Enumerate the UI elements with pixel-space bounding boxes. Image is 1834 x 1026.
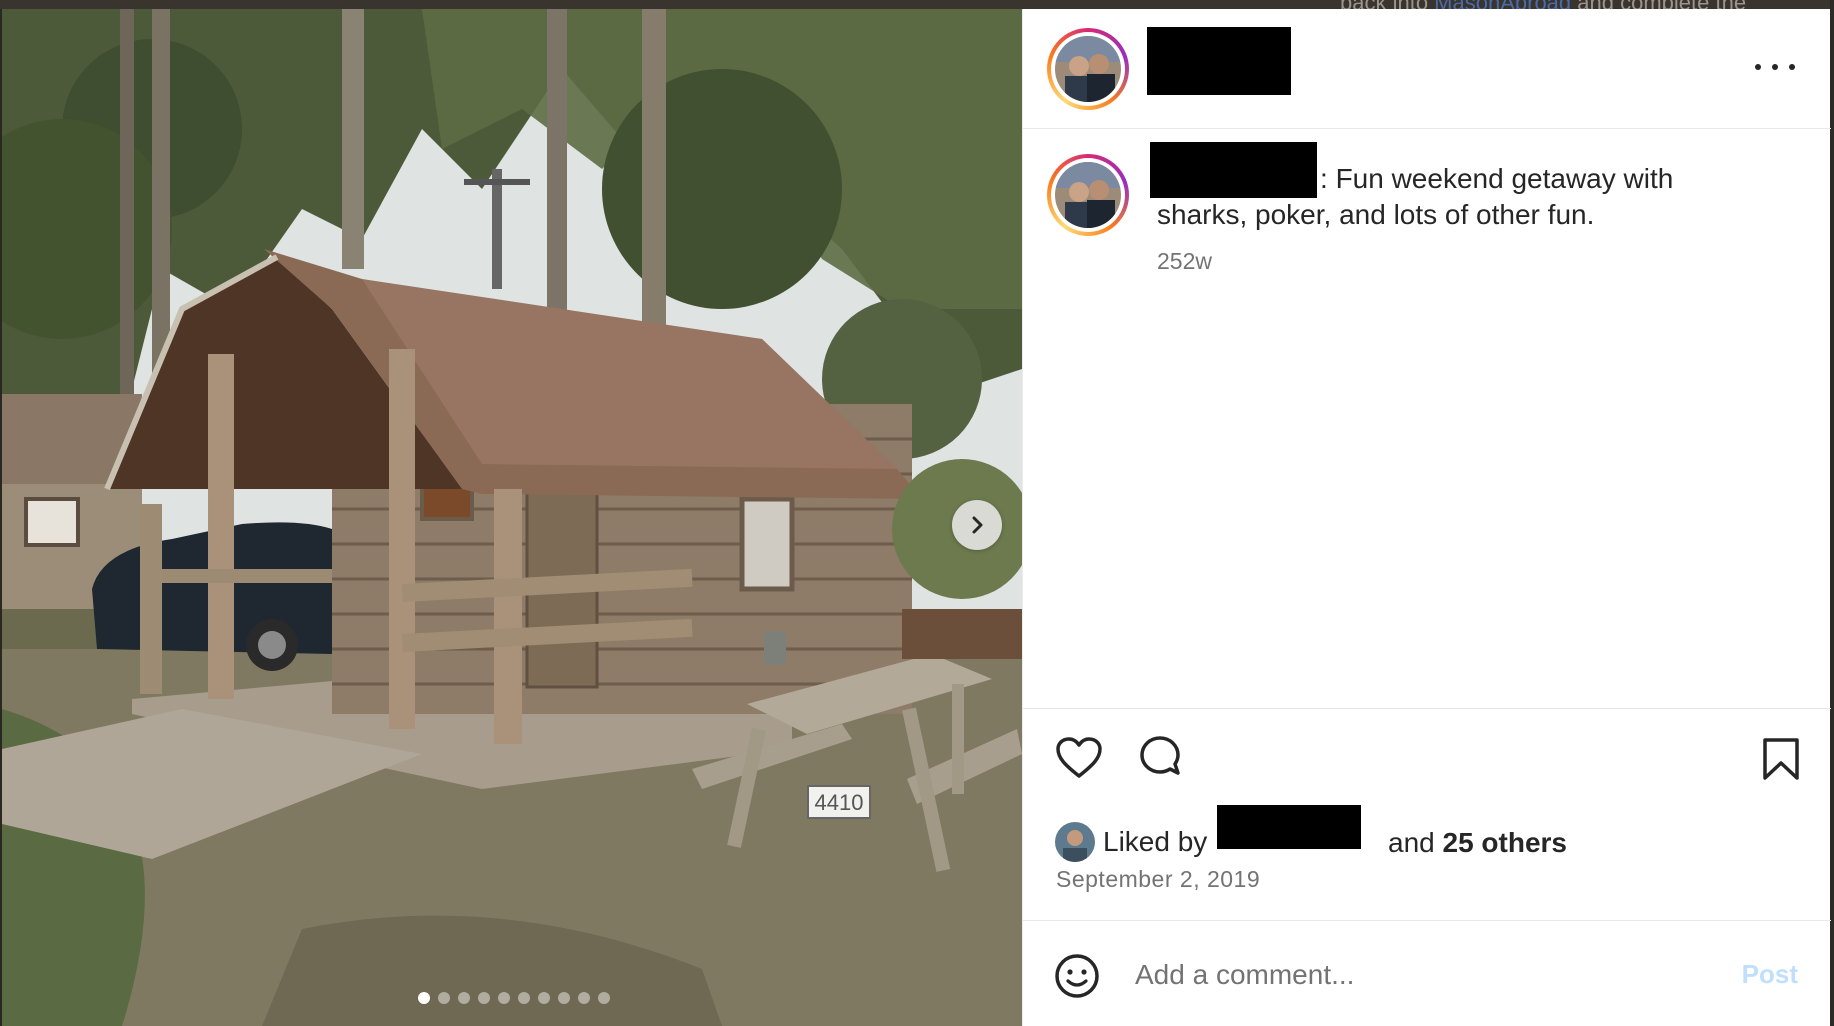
carousel-dot bbox=[498, 992, 510, 1004]
redacted-username[interactable] bbox=[1147, 27, 1291, 95]
bookmark-icon bbox=[1763, 738, 1799, 780]
smiley-icon bbox=[1055, 954, 1099, 998]
redacted-caption-username[interactable] bbox=[1150, 142, 1317, 198]
comment-bar: Post bbox=[1023, 920, 1831, 1026]
comment-button[interactable] bbox=[1136, 735, 1184, 788]
profile-photo bbox=[1055, 36, 1121, 102]
backdrop-text: back into MasonAbroad and complete the bbox=[1340, 0, 1746, 9]
post-date[interactable]: September 2, 2019 bbox=[1056, 866, 1260, 893]
heart-icon bbox=[1056, 737, 1102, 778]
comment-icon bbox=[1140, 736, 1180, 775]
liker-photo bbox=[1055, 822, 1095, 862]
cabin-photo bbox=[2, 9, 1022, 1026]
emoji-button[interactable] bbox=[1054, 953, 1100, 1004]
caption-author-avatar[interactable] bbox=[1047, 154, 1129, 236]
carousel-dot bbox=[518, 992, 530, 1004]
caption-text-line1: : Fun weekend getaway with bbox=[1320, 163, 1673, 195]
backdrop-text-before: back into bbox=[1340, 0, 1434, 9]
carousel-dot bbox=[478, 992, 490, 1004]
carousel-dot bbox=[538, 992, 550, 1004]
chevron-right-icon bbox=[972, 516, 983, 534]
post-time-ago[interactable]: 252w bbox=[1157, 248, 1212, 275]
likes-others: and 25 others bbox=[1388, 827, 1567, 859]
carousel-indicator bbox=[418, 992, 610, 1004]
more-dot bbox=[1772, 64, 1778, 70]
carousel-dot bbox=[438, 992, 450, 1004]
carousel-dot bbox=[458, 992, 470, 1004]
carousel-dot bbox=[598, 992, 610, 1004]
backdrop-link[interactable]: MasonAbroad bbox=[1434, 0, 1571, 9]
more-dot bbox=[1789, 64, 1795, 70]
caption-text: Fun weekend getaway with bbox=[1335, 163, 1674, 194]
post-photo: 4410 bbox=[2, 9, 1022, 1026]
comment-input[interactable] bbox=[1135, 955, 1695, 995]
post-side-panel: : Fun weekend getaway with sharks, poker… bbox=[1022, 9, 1831, 1026]
more-horizontal-icon bbox=[1755, 64, 1761, 70]
likes-middle: and bbox=[1388, 827, 1435, 858]
carousel-dot bbox=[418, 992, 430, 1004]
post-header bbox=[1023, 9, 1831, 129]
author-avatar[interactable] bbox=[1047, 28, 1129, 110]
likes-others-link[interactable]: 25 others bbox=[1443, 827, 1568, 858]
carousel-dot bbox=[578, 992, 590, 1004]
backdrop-strip: back into MasonAbroad and complete the bbox=[0, 0, 1834, 9]
like-button[interactable] bbox=[1055, 736, 1103, 785]
caption-text-line2: sharks, poker, and lots of other fun. bbox=[1157, 199, 1595, 230]
likes-summary: Liked by bbox=[1055, 819, 1207, 865]
caption-separator: : bbox=[1320, 163, 1328, 194]
save-button[interactable] bbox=[1761, 737, 1801, 786]
liker-avatar[interactable] bbox=[1055, 822, 1095, 862]
next-photo-button[interactable] bbox=[952, 500, 1002, 550]
carousel-dot bbox=[558, 992, 570, 1004]
table-number-sign: 4410 bbox=[814, 790, 864, 815]
likes-prefix: Liked by bbox=[1103, 826, 1208, 857]
more-options-button[interactable] bbox=[1755, 57, 1795, 77]
post-comment-button[interactable]: Post bbox=[1742, 959, 1798, 990]
profile-photo bbox=[1055, 162, 1121, 228]
redacted-liker-username[interactable] bbox=[1217, 805, 1361, 849]
backdrop-text-after: and complete the bbox=[1571, 0, 1746, 9]
